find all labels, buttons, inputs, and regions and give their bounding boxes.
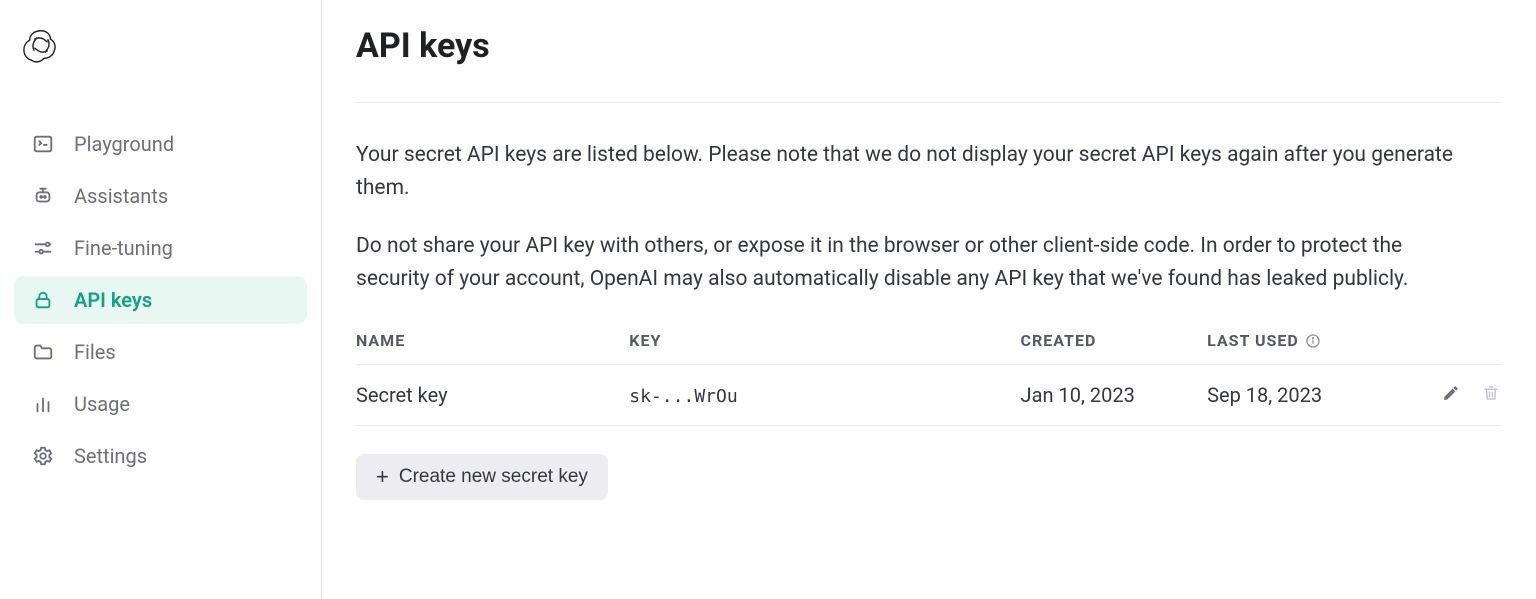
sidebar-item-label: Usage bbox=[74, 392, 130, 416]
sidebar-item-label: Settings bbox=[74, 444, 147, 468]
sidebar-item-playground[interactable]: Playground bbox=[14, 120, 307, 168]
table-header-last-used: LAST USED bbox=[1207, 321, 1413, 365]
intro-paragraph-1: Your secret API keys are listed below. P… bbox=[356, 139, 1476, 204]
terminal-icon bbox=[30, 133, 56, 155]
pencil-icon bbox=[1442, 383, 1460, 407]
page-title: API keys bbox=[356, 26, 1502, 66]
folder-icon bbox=[30, 341, 56, 363]
sidebar-item-label: API keys bbox=[74, 288, 152, 312]
sidebar-item-api-keys[interactable]: API keys bbox=[14, 276, 307, 324]
sidebar-item-label: Playground bbox=[74, 132, 174, 156]
table-header-key: KEY bbox=[629, 321, 1020, 365]
sidebar-item-assistants[interactable]: Assistants bbox=[14, 172, 307, 220]
api-keys-table: NAME KEY CREATED LAST USED bbox=[356, 321, 1502, 426]
sidebar-item-fine-tuning[interactable]: Fine-tuning bbox=[14, 224, 307, 272]
page-header: API keys bbox=[356, 0, 1502, 103]
sidebar-item-label: Files bbox=[74, 340, 116, 364]
table-header-last-used-label: LAST USED bbox=[1207, 331, 1299, 350]
sliders-icon bbox=[30, 237, 56, 259]
create-secret-key-button[interactable]: + Create new secret key bbox=[356, 454, 608, 500]
main-content: API keys Your secret API keys are listed… bbox=[322, 0, 1536, 599]
sidebar-item-files[interactable]: Files bbox=[14, 328, 307, 376]
trash-icon bbox=[1482, 383, 1500, 407]
bar-chart-icon bbox=[30, 393, 56, 415]
openai-logo-icon bbox=[22, 26, 299, 64]
sidebar-nav: Playground Assistants Fine-tuning API ke… bbox=[14, 120, 307, 480]
table-header-created: CREATED bbox=[1021, 321, 1208, 365]
robot-icon bbox=[30, 185, 56, 207]
cell-name: Secret key bbox=[356, 365, 629, 426]
delete-key-button[interactable] bbox=[1480, 384, 1502, 406]
gear-icon bbox=[30, 445, 56, 467]
table-header-name: NAME bbox=[356, 321, 629, 365]
table-row: Secret key sk-...WrOu Jan 10, 2023 Sep 1… bbox=[356, 365, 1502, 426]
sidebar-item-label: Assistants bbox=[74, 184, 168, 208]
edit-key-button[interactable] bbox=[1440, 384, 1462, 406]
cell-key: sk-...WrOu bbox=[629, 386, 737, 407]
info-icon[interactable] bbox=[1305, 333, 1321, 349]
cell-created: Jan 10, 2023 bbox=[1021, 365, 1208, 426]
create-button-label: Create new secret key bbox=[399, 466, 588, 488]
sidebar-item-label: Fine-tuning bbox=[74, 236, 173, 260]
sidebar: Playground Assistants Fine-tuning API ke… bbox=[0, 0, 322, 599]
content: Your secret API keys are listed below. P… bbox=[356, 103, 1502, 500]
lock-icon bbox=[30, 289, 56, 311]
sidebar-item-settings[interactable]: Settings bbox=[14, 432, 307, 480]
table-header-actions bbox=[1413, 321, 1502, 365]
app-logo bbox=[14, 20, 307, 84]
sidebar-item-usage[interactable]: Usage bbox=[14, 380, 307, 428]
intro-paragraph-2: Do not share your API key with others, o… bbox=[356, 230, 1476, 295]
cell-last-used: Sep 18, 2023 bbox=[1207, 365, 1413, 426]
